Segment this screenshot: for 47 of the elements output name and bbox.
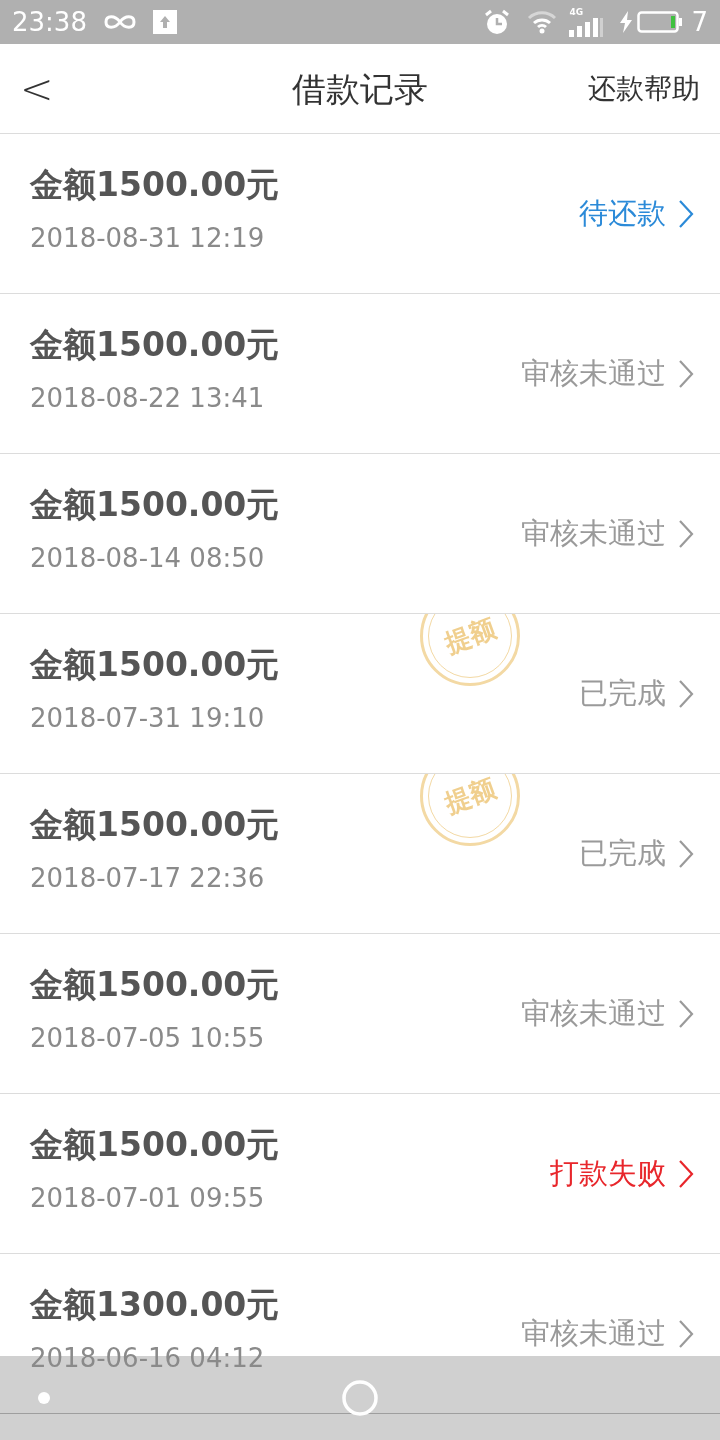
loan-date: 2018-08-31 12:19 (30, 225, 266, 251)
loan-date: 2018-07-01 09:55 (30, 1185, 266, 1211)
repayment-help-link[interactable]: 还款帮助 (588, 74, 700, 103)
signal-icon (569, 16, 604, 37)
loan-status: 审核未通过 (521, 519, 666, 548)
loan-amount: 金额1500.00元 (30, 168, 281, 201)
loan-amount: 金额1500.00元 (30, 488, 281, 521)
chevron-right-icon (678, 518, 694, 549)
alarm-icon (483, 8, 512, 36)
network-type: 4G (569, 7, 584, 17)
chevron-right-icon (678, 198, 694, 229)
chevron-right-icon (678, 1318, 694, 1349)
home-button-icon[interactable] (342, 1380, 378, 1416)
chevron-right-icon (678, 358, 694, 389)
loan-date: 2018-07-17 22:36 (30, 865, 266, 891)
chevron-right-icon (678, 998, 694, 1029)
page-title: 借款记录 (292, 71, 428, 106)
loan-amount: 金额1500.00元 (30, 968, 281, 1001)
loan-status: 审核未通过 (521, 1319, 666, 1348)
loan-date: 2018-06-16 04:12 (30, 1345, 266, 1371)
clock-time: 23:38 (12, 9, 87, 35)
loan-amount: 金额1300.00元 (30, 1288, 281, 1321)
chevron-right-icon (678, 1158, 694, 1189)
infinity-icon (102, 13, 137, 31)
dot-icon[interactable] (38, 1392, 50, 1404)
charging-icon (619, 11, 634, 33)
loan-date: 2018-07-05 10:55 (30, 1025, 266, 1051)
loan-amount: 金额1500.00元 (30, 328, 281, 361)
loan-amount: 金额1500.00元 (30, 1128, 281, 1161)
loan-date: 2018-08-22 13:41 (30, 385, 266, 411)
loan-status: 已完成 (579, 679, 666, 708)
back-button[interactable]: < (20, 68, 70, 109)
loan-status: 审核未通过 (521, 359, 666, 388)
loan-status: 已完成 (579, 839, 666, 868)
chevron-right-icon (678, 678, 694, 709)
loan-status: 打款失败 (550, 1159, 666, 1188)
loan-status: 审核未通过 (521, 999, 666, 1028)
loan-date: 2018-07-31 19:10 (30, 705, 266, 731)
loan-status: 待还款 (579, 199, 666, 228)
loan-date: 2018-08-14 08:50 (30, 545, 266, 571)
loan-amount: 金额1500.00元 (30, 808, 281, 841)
battery-level: 7 (691, 9, 708, 35)
loan-amount: 金额1500.00元 (30, 648, 281, 681)
wifi-icon (527, 10, 558, 34)
battery-icon (637, 11, 684, 33)
chevron-right-icon (678, 838, 694, 869)
upload-icon (152, 10, 177, 34)
